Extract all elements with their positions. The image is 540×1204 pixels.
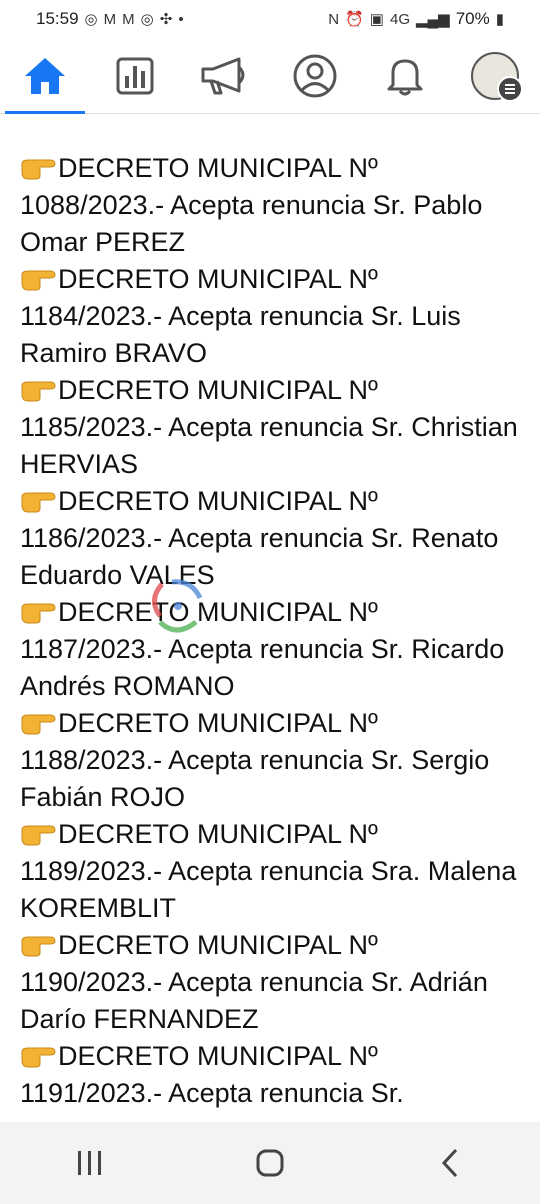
- gmail-icon: M: [122, 10, 135, 28]
- tab-ads[interactable]: [185, 38, 265, 114]
- system-nav-bar: [0, 1122, 540, 1204]
- avatar: [471, 51, 523, 102]
- decree-title: DECRETO MUNICIPAL Nº: [58, 819, 378, 849]
- signal-icon: ▂▄▆: [416, 11, 450, 28]
- alarm-icon: ⏰: [345, 11, 364, 28]
- megaphone-icon: [201, 57, 245, 94]
- decree-title: DECRETO MUNICIPAL Nº: [58, 486, 378, 516]
- bell-icon: [387, 59, 423, 95]
- decree-title: DECRETO MUNICIPAL Nº: [58, 597, 378, 627]
- decree-title: DECRETO MUNICIPAL Nº: [58, 1041, 378, 1071]
- decree-description: 1088/2023.- Acepta renuncia Sr. Pablo Om…: [20, 190, 483, 257]
- post-text: DECRETO MUNICIPAL Nº 1088/2023.- Acepta …: [20, 150, 520, 1112]
- pointing-hand-icon: [21, 936, 56, 957]
- network-4g-icon: 4G: [389, 10, 410, 28]
- back-button[interactable]: [410, 1122, 490, 1204]
- home-button-icon: [256, 1149, 284, 1177]
- decree-title: DECRETO MUNICIPAL Nº: [58, 708, 378, 738]
- tab-notifications[interactable]: [365, 38, 445, 114]
- decree-item: DECRETO MUNICIPAL Nº 1186/2023.- Acepta …: [20, 483, 520, 594]
- clock: 15:59: [36, 9, 79, 28]
- pointing-hand-icon: [21, 714, 56, 735]
- nfc-icon: N: [328, 10, 340, 28]
- profile-icon: [293, 54, 337, 97]
- decree-description: 1184/2023.- Acepta renuncia Sr. Luis Ram…: [20, 301, 461, 368]
- pinwheel-icon: ✣: [159, 11, 173, 28]
- decree-description: 1190/2023.- Acepta renuncia Sr. Adrián D…: [20, 967, 488, 1034]
- recent-apps-button[interactable]: [50, 1122, 130, 1204]
- battery-percentage: 70%: [455, 9, 490, 28]
- pointing-hand-icon: [21, 603, 56, 624]
- decree-description: 1191/2023.- Acepta renuncia Sr.: [20, 1078, 404, 1108]
- instagram-icon: ◎: [84, 11, 98, 28]
- gmail-icon: M: [103, 10, 117, 28]
- decree-item: DECRETO MUNICIPAL Nº 1187/2023.- Acepta …: [20, 594, 520, 705]
- decree-title: DECRETO MUNICIPAL Nº: [58, 153, 378, 183]
- decree-item: DECRETO MUNICIPAL Nº 1184/2023.- Acepta …: [20, 261, 520, 372]
- recent-apps-icon: [78, 1151, 101, 1175]
- decree-item: DECRETO MUNICIPAL Nº 1190/2023.- Acepta …: [20, 927, 520, 1038]
- decree-item: DECRETO MUNICIPAL Nº 1088/2023.- Acepta …: [20, 150, 520, 261]
- status-bar: 15:59 ◎ M M ◎ ✣ • N ⏰ ▣ 4G ▂▄▆ 70% ▮: [0, 0, 540, 38]
- decree-title: DECRETO MUNICIPAL Nº: [58, 264, 378, 294]
- back-icon: [441, 1148, 458, 1178]
- instagram-icon: ◎: [140, 11, 154, 28]
- battery-icon: ▮: [495, 11, 504, 28]
- decree-item: DECRETO MUNICIPAL Nº 1191/2023.- Acepta …: [20, 1038, 520, 1112]
- decree-item: DECRETO MUNICIPAL Nº 1188/2023.- Acepta …: [20, 705, 520, 816]
- home-icon: [25, 57, 65, 94]
- pointing-hand-icon: [21, 825, 56, 846]
- tab-home[interactable]: [5, 38, 85, 114]
- decree-item: DECRETO MUNICIPAL Nº 1185/2023.- Acepta …: [20, 372, 520, 483]
- app-nav-bar: [0, 38, 540, 114]
- menu-icon: [497, 75, 523, 102]
- tab-menu[interactable]: [455, 38, 535, 114]
- decree-item: DECRETO MUNICIPAL Nº 1189/2023.- Acepta …: [20, 816, 520, 927]
- post-content: DECRETO MUNICIPAL Nº 1088/2023.- Acepta …: [20, 150, 520, 1122]
- decree-title: DECRETO MUNICIPAL Nº: [58, 930, 378, 960]
- pointing-hand-icon: [21, 492, 56, 513]
- tab-dashboard[interactable]: [95, 38, 175, 114]
- decree-description: 1186/2023.- Acepta renuncia Sr. Renato E…: [20, 523, 499, 590]
- decree-description: 1187/2023.- Acepta renuncia Sr. Ricardo …: [20, 634, 505, 701]
- more-notifications-icon: •: [178, 10, 184, 28]
- decree-description: 1189/2023.- Acepta renuncia Sra. Malena …: [20, 856, 517, 923]
- volte-icon: ▣: [369, 11, 384, 28]
- pointing-hand-icon: [21, 159, 56, 180]
- pointing-hand-icon: [21, 270, 56, 291]
- bar-chart-icon: [116, 57, 154, 94]
- tab-profile[interactable]: [275, 38, 355, 114]
- decree-description: 1188/2023.- Acepta renuncia Sr. Sergio F…: [20, 745, 490, 812]
- loading-spinner-icon: [152, 579, 203, 633]
- pointing-hand-icon: [21, 381, 56, 402]
- decree-description: 1185/2023.- Acepta renuncia Sr. Christia…: [20, 412, 518, 479]
- pointing-hand-icon: [21, 1047, 56, 1068]
- decree-title: DECRETO MUNICIPAL Nº: [58, 375, 378, 405]
- home-button[interactable]: [230, 1122, 310, 1204]
